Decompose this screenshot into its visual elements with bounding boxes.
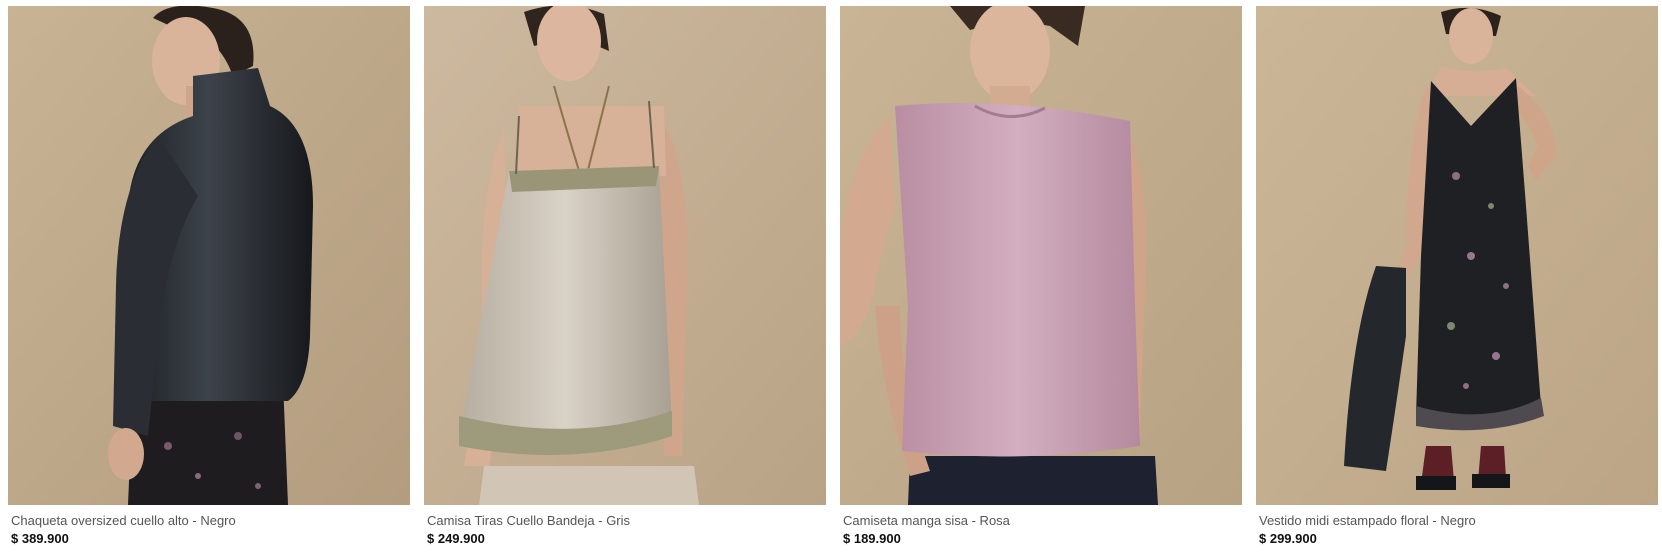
product-image[interactable]: [8, 6, 410, 505]
product-price: $ 249.900: [427, 531, 485, 546]
product-image[interactable]: [1256, 6, 1658, 505]
product-card[interactable]: Chaqueta oversized cuello alto - Negro $…: [8, 6, 410, 556]
product-image[interactable]: [424, 6, 826, 505]
model-pink-sleeveless-top-image: [840, 6, 1242, 505]
product-image[interactable]: [840, 6, 1242, 505]
product-name[interactable]: Vestido midi estampado floral - Negro: [1259, 513, 1658, 528]
product-grid: Chaqueta oversized cuello alto - Negro $…: [8, 6, 1658, 556]
product-card[interactable]: Camiseta manga sisa - Rosa $ 189.900: [840, 6, 1242, 556]
product-price: $ 189.900: [843, 531, 901, 546]
product-name[interactable]: Chaqueta oversized cuello alto - Negro: [11, 513, 410, 528]
product-card[interactable]: Vestido midi estampado floral - Negro $ …: [1256, 6, 1658, 556]
model-black-floral-midi-dress-image: [1256, 6, 1658, 505]
product-name[interactable]: Camisa Tiras Cuello Bandeja - Gris: [427, 513, 826, 528]
product-price: $ 389.900: [11, 531, 69, 546]
product-price: $ 299.900: [1259, 531, 1317, 546]
model-black-leather-jacket-image: [8, 6, 410, 505]
product-card[interactable]: Camisa Tiras Cuello Bandeja - Gris $ 249…: [424, 6, 826, 556]
product-name[interactable]: Camiseta manga sisa - Rosa: [843, 513, 1242, 528]
model-grey-satin-camisole-image: [424, 6, 826, 505]
